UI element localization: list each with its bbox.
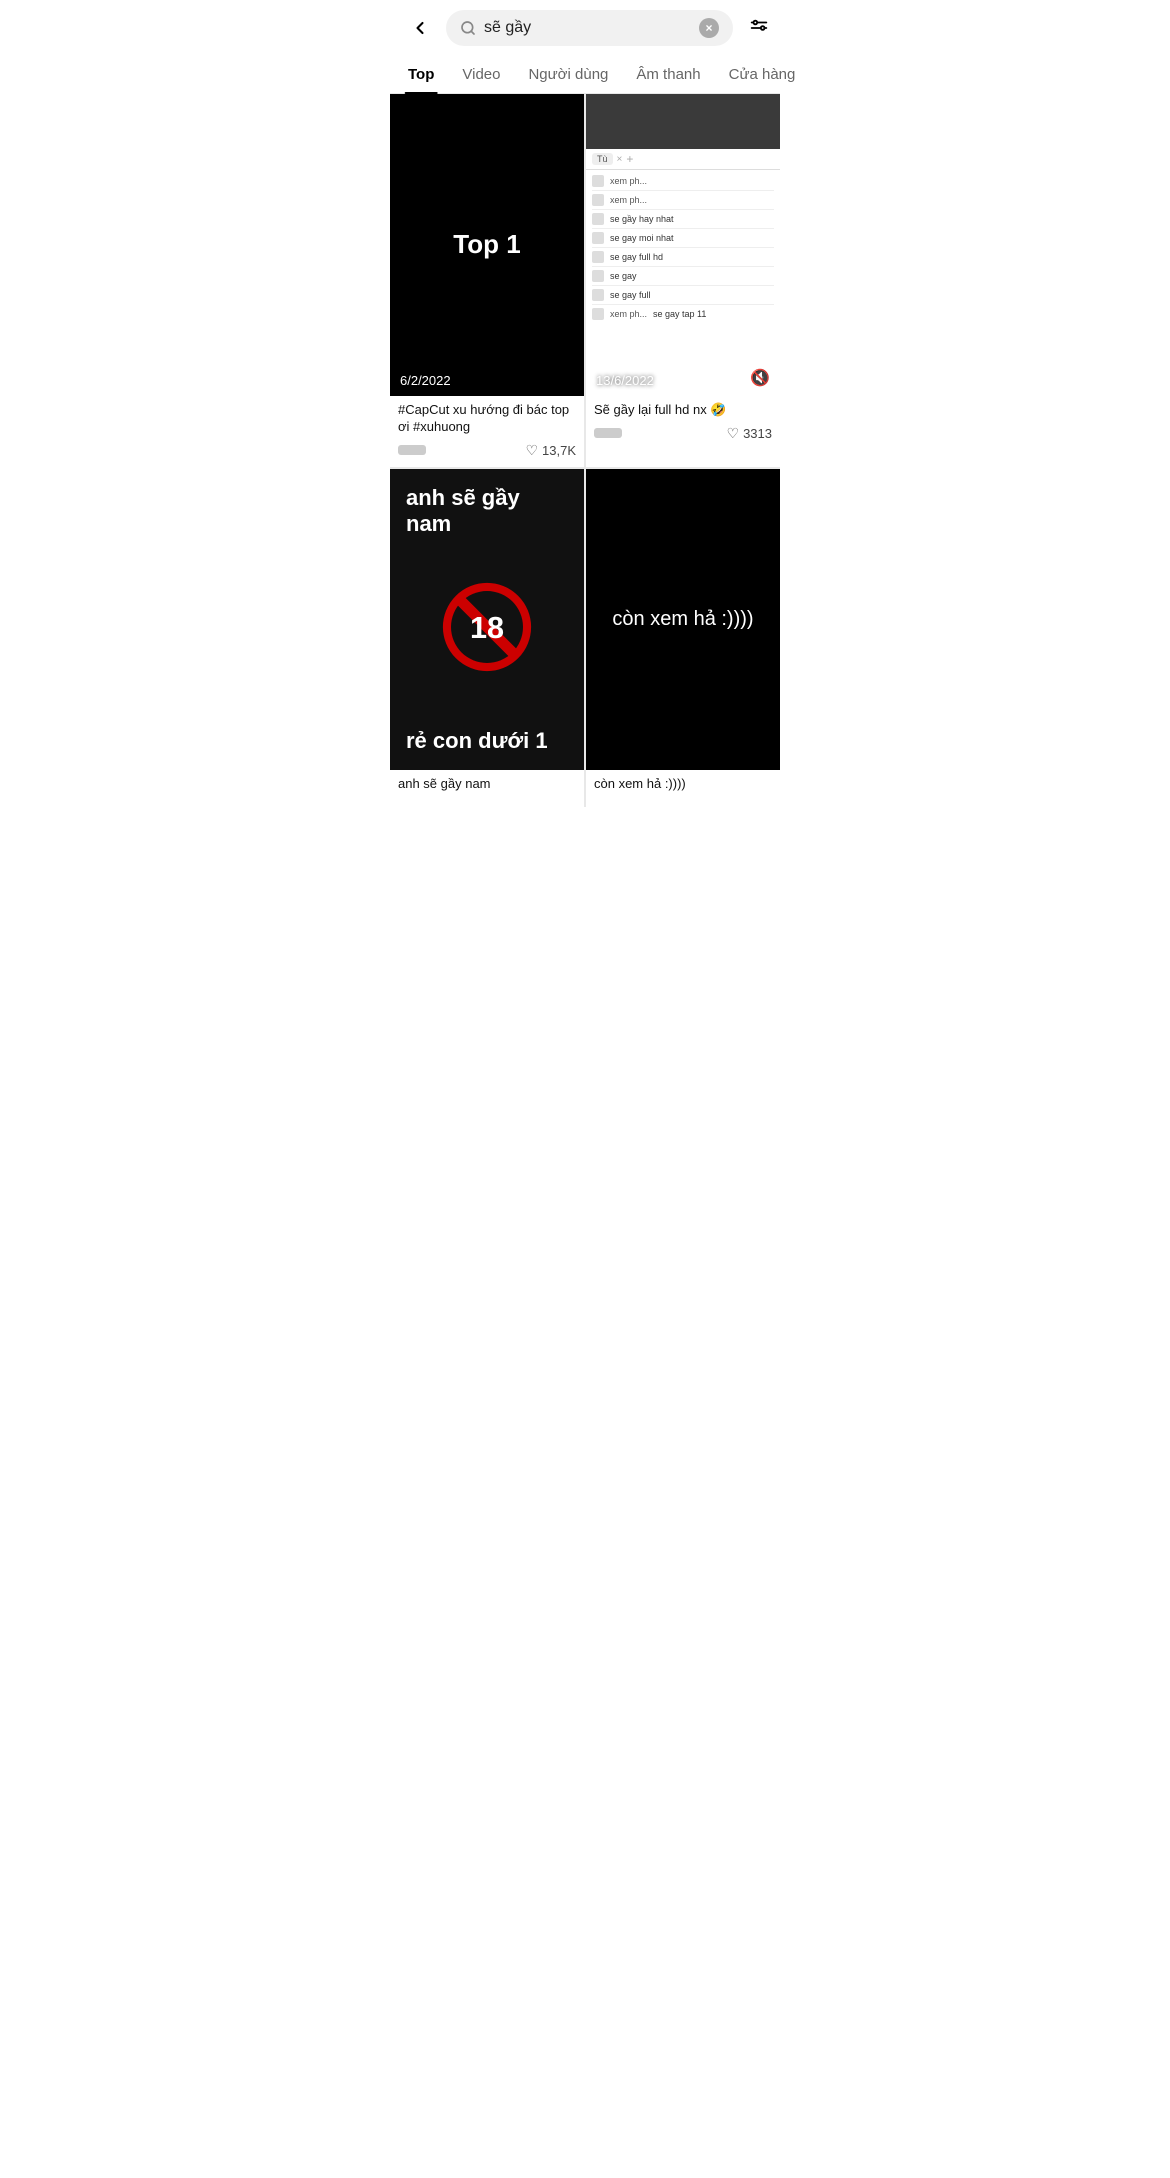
avatar-2 — [594, 428, 622, 438]
search-result-row: se gay moi nhat — [592, 229, 774, 248]
tab-video[interactable]: Video — [448, 56, 514, 93]
filter-button[interactable] — [741, 10, 777, 46]
likes-count-2: 3313 — [743, 426, 772, 441]
tab-cua-hang[interactable]: Cửa hàng — [715, 56, 810, 93]
search-result-row: se gay full — [592, 286, 774, 305]
video-thumbnail-2: Tù × + xem ph... xem ph... se gầ — [586, 94, 780, 396]
card-meta-2: ♡ 3313 — [594, 425, 772, 442]
tab-am-thanh[interactable]: Âm thanh — [622, 56, 714, 93]
card-title-4: còn xem hả :)))) — [594, 776, 772, 793]
video-date-1: 6/2/2022 — [400, 373, 451, 388]
video-thumb-text-1: Top 1 — [453, 229, 520, 260]
no-18-icon: 18 — [442, 582, 532, 683]
header: × — [390, 0, 780, 56]
browser-search-results: xem ph... xem ph... se gầy hay nhat se g… — [586, 170, 780, 325]
card-title-1: #CapCut xu hướng đi bác top ơi #xuhuong — [398, 402, 576, 436]
video-thumbnail-4: còn xem hả :)))) — [586, 469, 780, 771]
heart-icon-1: ♡ — [525, 442, 538, 459]
browser-tab-item: Tù — [592, 153, 613, 165]
card-info-2: Sẽ gầy lại full hd nx 🤣 ♡ 3313 — [586, 396, 780, 450]
mute-icon-2: 🔇 — [750, 368, 770, 388]
video-bottom-text-3: rẻ con dưới 1 — [406, 728, 548, 754]
video-thumbnail-3: anh sẽ gầy nam 18 rẻ con dưới 1 — [390, 469, 584, 771]
svg-text:18: 18 — [470, 611, 504, 645]
list-item[interactable]: anh sẽ gầy nam 18 rẻ con dưới 1 anh sẽ g… — [390, 469, 584, 808]
video-date-2: 13/6/2022 — [596, 373, 654, 388]
avatar-1 — [398, 445, 426, 455]
list-item[interactable]: Top 1 6/2/2022 #CapCut xu hướng đi bác t… — [390, 94, 584, 467]
card-info-1: #CapCut xu hướng đi bác top ơi #xuhuong … — [390, 396, 584, 467]
card-likes-1: ♡ 13,7K — [525, 442, 576, 459]
card-likes-2: ♡ 3313 — [727, 425, 772, 442]
search-icon — [460, 20, 476, 36]
browser-tab-bar: Tù × + — [586, 149, 780, 170]
video-top-text-3: anh sẽ gầy nam — [406, 485, 568, 537]
list-item[interactable]: còn xem hả :)))) còn xem hả :)))) — [586, 469, 780, 808]
search-result-row: xem ph... — [592, 191, 774, 210]
search-result-row: xem ph... — [592, 172, 774, 191]
back-button[interactable] — [402, 10, 438, 46]
search-result-row: se gay full hd — [592, 248, 774, 267]
likes-count-1: 13,7K — [542, 443, 576, 458]
browser-content: Tù × + xem ph... xem ph... se gầ — [586, 149, 780, 396]
card-meta-1: ♡ 13,7K — [398, 442, 576, 459]
tab-top[interactable]: Top — [394, 56, 448, 93]
tab-nguoi-dung[interactable]: Người dùng — [514, 56, 622, 93]
tabs-bar: Top Video Người dùng Âm thanh Cửa hàng — [390, 56, 780, 94]
browser-tab-plus: + — [626, 152, 633, 166]
clear-button[interactable]: × — [699, 18, 719, 38]
video-thumbnail-1: Top 1 6/2/2022 — [390, 94, 584, 396]
search-result-row: xem ph... se gay tap 11 — [592, 305, 774, 323]
card-info-3: anh sẽ gầy nam — [390, 770, 584, 807]
card-title-2: Sẽ gầy lại full hd nx 🤣 — [594, 402, 772, 419]
list-item[interactable]: Tù × + xem ph... xem ph... se gầ — [586, 94, 780, 467]
video-center-text-4: còn xem hả :)))) — [612, 608, 753, 631]
search-bar: × — [446, 10, 733, 46]
search-result-row: se gay — [592, 267, 774, 286]
browser-top-bar — [586, 94, 780, 149]
card-info-4: còn xem hả :)))) — [586, 770, 780, 807]
video-grid: Top 1 6/2/2022 #CapCut xu hướng đi bác t… — [390, 94, 780, 807]
heart-icon-2: ♡ — [727, 425, 740, 442]
search-input[interactable] — [484, 19, 691, 37]
search-result-row: se gầy hay nhat — [592, 210, 774, 229]
browser-tab-x: × — [617, 154, 623, 165]
card-title-3: anh sẽ gầy nam — [398, 776, 576, 793]
